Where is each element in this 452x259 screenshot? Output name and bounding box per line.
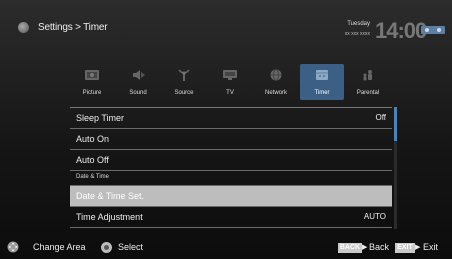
- speaker-icon: [133, 70, 145, 80]
- tab-picture[interactable]: Picture: [70, 64, 114, 100]
- clock-time: 14:00: [375, 18, 427, 43]
- menu-item-time-adjustment[interactable]: Time Adjustment AUTO: [70, 207, 392, 228]
- back-hint: Back: [369, 242, 390, 252]
- menu-item-value: Off: [375, 113, 386, 122]
- change-area-hint: Change Area: [33, 242, 86, 252]
- select-hint: Select: [118, 242, 144, 252]
- tab-parental[interactable]: Parental: [346, 64, 390, 100]
- tab-label: Network: [264, 90, 287, 96]
- section-header-date-time: Date & Time: [70, 171, 392, 186]
- back-key-badge[interactable]: BACK: [338, 243, 362, 253]
- day-label: Tuesday: [347, 21, 370, 27]
- tab-sound[interactable]: Sound: [116, 64, 160, 100]
- tv-icon: [223, 70, 237, 80]
- dpad-navigation-icon: [7, 241, 19, 253]
- tab-label: Source: [174, 90, 194, 96]
- menu-item-label: Sleep Timer: [76, 113, 125, 123]
- tab-source[interactable]: Source: [162, 64, 206, 100]
- tab-timer[interactable]: Timer: [300, 64, 344, 100]
- ok-button-icon: [101, 242, 112, 253]
- timer-settings-menu: Sleep Timer Off Auto On Auto Off Date & …: [70, 107, 392, 230]
- tab-label: Sound: [129, 90, 147, 96]
- menu-item-auto-on[interactable]: Auto On: [70, 129, 392, 150]
- exit-arrow-icon: ▶: [415, 244, 421, 251]
- breadcrumb: Settings > Timer: [38, 22, 108, 33]
- tab-tv[interactable]: TV: [208, 64, 252, 100]
- tab-label: Parental: [356, 90, 380, 96]
- picture-icon: [85, 70, 99, 80]
- globe-icon: [270, 69, 282, 81]
- menu-item-value: AUTO: [363, 212, 386, 221]
- menu-item-label: Auto Off: [76, 155, 109, 165]
- category-tabs: Picture Sound Source TV Network Timer Pa…: [70, 64, 392, 100]
- tab-label: Picture: [82, 90, 102, 96]
- antenna-icon: [178, 69, 190, 81]
- scrollbar-thumb[interactable]: [394, 107, 397, 141]
- menu-item-label: Auto On: [76, 134, 110, 144]
- footer-bar: Change Area Select BACK ▶ Back EXIT ▶ Ex…: [0, 236, 452, 259]
- menu-item-date-time-set[interactable]: Date & Time Set.: [70, 186, 392, 207]
- date-label: xx xxx xxxx: [344, 31, 370, 37]
- parental-icon: [363, 70, 372, 81]
- settings-logo-icon: [18, 22, 29, 33]
- exit-hint: Exit: [423, 242, 439, 252]
- exit-key-badge[interactable]: EXIT: [395, 243, 415, 253]
- header-bar: Settings > Timer Tuesday xx xxx xxxx 14:…: [0, 0, 452, 58]
- tab-label: TV: [226, 90, 234, 96]
- tab-label: Timer: [314, 90, 330, 96]
- connection-status-icon: [421, 26, 445, 34]
- back-arrow-icon: ▶: [362, 244, 368, 251]
- menu-item-label: Date & Time Set.: [76, 191, 145, 201]
- menu-item-auto-off[interactable]: Auto Off: [70, 150, 392, 171]
- timer-icon: [316, 70, 328, 80]
- section-header-label: Date & Time: [76, 174, 110, 180]
- tab-network[interactable]: Network: [254, 64, 298, 100]
- menu-item-sleep-timer[interactable]: Sleep Timer Off: [70, 108, 392, 129]
- menu-item-label: Time Adjustment: [76, 212, 143, 222]
